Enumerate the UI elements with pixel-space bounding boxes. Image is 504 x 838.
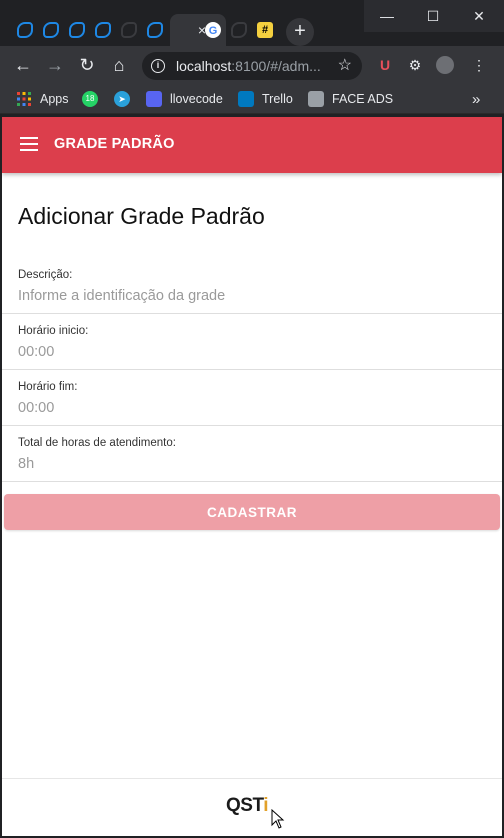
logo-main-text: QST [226, 795, 264, 816]
tab-2[interactable] [38, 14, 64, 46]
hash-icon: # [257, 22, 273, 38]
tab-8[interactable] [226, 14, 252, 46]
bookmark-face-ads[interactable]: FACE ADS [308, 89, 393, 109]
start-time-input[interactable] [18, 341, 478, 363]
end-time-field: Horário fim: [2, 370, 502, 426]
minimize-button[interactable]: — [364, 0, 410, 32]
bookmark-apps[interactable]: Apps [16, 89, 69, 109]
bookmark-whatsapp[interactable]: 18 [82, 89, 106, 109]
google-icon: G [205, 22, 221, 38]
bookmark-label: Trello [262, 92, 293, 106]
forward-icon[interactable]: → [42, 52, 68, 78]
start-time-field: Horário inicio: [2, 314, 502, 370]
field-label: Descrição: [18, 269, 73, 281]
submit-button[interactable]: CADASTRAR [4, 494, 500, 530]
whatsapp-icon: 18 [82, 91, 98, 107]
maximize-button[interactable]: ☐ [410, 0, 456, 32]
close-window-button[interactable]: ✕ [456, 0, 502, 32]
app-icon [231, 22, 247, 38]
footer: QSTi [2, 778, 502, 836]
bookmark-llovecode[interactable]: llovecode [146, 89, 223, 109]
app-viewport: GRADE PADRÃO Adicionar Grade Padrão Desc… [2, 117, 502, 836]
apps-grid-icon [17, 92, 31, 106]
profile-avatar-icon[interactable] [436, 56, 454, 74]
tab-3[interactable] [64, 14, 90, 46]
logo-accent-text: i [263, 795, 268, 816]
app-icon [17, 22, 33, 38]
url-text[interactable]: localhost:8100/#/adm... [176, 52, 321, 80]
url-path: :8100/#/adm... [231, 58, 321, 74]
browser-window: × G # + — ☐ ✕ ← → ↻ ⌂ i localhost:8100/#… [0, 0, 504, 838]
total-hours-input[interactable] [18, 453, 478, 475]
total-hours-field: Total de horas de atendimento: [2, 426, 502, 482]
bookmark-telegram[interactable]: ➤ [114, 89, 138, 109]
field-label: Total de horas de atendimento: [18, 437, 176, 449]
trello-icon [238, 91, 254, 107]
tab-1[interactable] [12, 14, 38, 46]
info-icon[interactable]: i [151, 59, 165, 73]
browser-toolbar: ← → ↻ ⌂ i localhost:8100/#/adm... ☆ U ⚙ … [0, 46, 504, 84]
description-input[interactable] [18, 285, 478, 307]
bookmark-label: FACE ADS [332, 92, 394, 106]
qsti-logo: QSTi [226, 795, 268, 817]
bookmarks-overflow-button[interactable]: » [472, 89, 480, 109]
url-host: localhost [176, 58, 232, 74]
app-icon [95, 22, 111, 38]
telegram-icon: ➤ [114, 91, 130, 107]
tab-4[interactable] [90, 14, 116, 46]
back-icon[interactable]: ← [10, 52, 36, 78]
page-title: Adicionar Grade Padrão [18, 203, 265, 229]
tab-strip: × G # + — ☐ ✕ [0, 0, 504, 46]
home-icon[interactable]: ⌂ [106, 52, 132, 78]
hamburger-menu-icon[interactable] [20, 137, 40, 153]
bookmarks-bar: Apps 18 ➤ llovecode Trello FACE ADS » [0, 84, 504, 114]
folder-icon [308, 91, 324, 107]
field-label: Horário inicio: [18, 325, 89, 337]
app-icon [43, 22, 59, 38]
discord-icon [146, 91, 162, 107]
ublock-extension-icon[interactable]: U [376, 56, 394, 74]
app-icon [121, 22, 137, 38]
app-icon [147, 22, 163, 38]
tab-6[interactable] [142, 14, 168, 46]
extensions-puzzle-icon[interactable]: ⚙ [406, 56, 424, 74]
new-tab-button[interactable]: + [286, 18, 314, 46]
mouse-cursor-icon [271, 809, 285, 829]
header-title: GRADE PADRÃO [54, 136, 175, 152]
tab-5[interactable] [116, 14, 142, 46]
bookmark-label: Apps [40, 92, 69, 106]
reload-icon[interactable]: ↻ [74, 52, 100, 78]
app-header: GRADE PADRÃO [2, 117, 502, 173]
end-time-input[interactable] [18, 397, 478, 419]
app-icon [69, 22, 85, 38]
bookmark-star-icon[interactable]: ☆ [338, 52, 352, 80]
address-bar[interactable]: i localhost:8100/#/adm... ☆ [142, 52, 362, 80]
bookmark-trello[interactable]: Trello [238, 89, 293, 109]
bookmark-label: llovecode [170, 92, 223, 106]
kebab-menu-icon[interactable]: ⋮ [470, 56, 488, 74]
tab-9[interactable]: # [252, 14, 278, 46]
description-field: Descrição: [2, 258, 502, 314]
tab-google[interactable]: G [200, 14, 226, 46]
svg-text:G: G [209, 25, 218, 37]
field-label: Horário fim: [18, 381, 78, 393]
